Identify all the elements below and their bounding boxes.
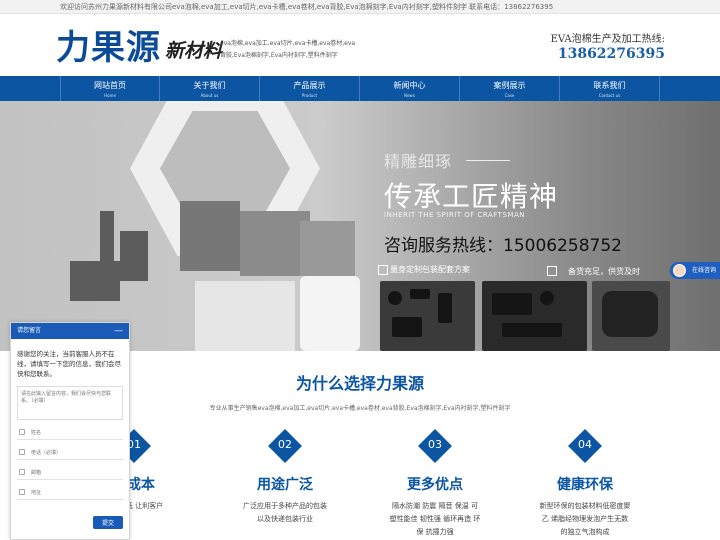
banner-foam-tray bbox=[195, 281, 295, 351]
online-consult-button[interactable]: 在线咨询 bbox=[670, 262, 720, 279]
nav-label-en: Home bbox=[104, 93, 116, 98]
email-input[interactable] bbox=[31, 466, 121, 479]
logo-subtitle: 新材料 bbox=[165, 40, 223, 62]
main-nav: 网站首页 Home 关于我们 About us 产品展示 Product 新闻中… bbox=[0, 76, 720, 101]
user-icon bbox=[19, 429, 25, 435]
banner-foam-block bbox=[300, 221, 355, 276]
banner-foam-case bbox=[592, 281, 670, 351]
feature-more-advantages: 03 更多优点 隔水防潮 防震 隔音 保温 可塑性能佳 韧性强 循环再造 环保 … bbox=[375, 429, 495, 539]
feature-desc: 新型环保的包装材料低密度聚乙 烯脂经物理发泡产生无数 的独立气泡构成 bbox=[539, 502, 631, 536]
feature-title: 健康环保 bbox=[557, 477, 613, 493]
nav-label: 关于我们 bbox=[193, 81, 226, 90]
banner-feature-custom: 量身定制包装配套方案 bbox=[390, 265, 470, 274]
minimize-icon[interactable]: — bbox=[114, 323, 123, 339]
site-header: 力果源 新材料 eva泡棉,eva加工,eva切片,eva卡槽,eva卷材,ev… bbox=[0, 14, 720, 76]
top-welcome-bar: 欢迎访问苏州力果源新材料有限公司eva泡棉,eva加工,eva切片,eva卡槽,… bbox=[0, 0, 720, 14]
nav-label-en: Product bbox=[301, 93, 318, 98]
submit-button[interactable]: 提交 bbox=[93, 516, 123, 529]
feature-number: 03 bbox=[428, 438, 442, 451]
name-field-row bbox=[17, 426, 123, 440]
banner-foam-block bbox=[70, 261, 120, 301]
online-consult-label: 在线咨询 bbox=[691, 267, 716, 274]
feature-desc: 隔水防潮 防震 隔音 保温 可塑性能佳 韧性强 循环再造 环保 抗撞力强 bbox=[389, 502, 481, 536]
hotline-label: EVA泡棉生产及加工热线: bbox=[550, 34, 665, 45]
nav-label: 案例展示 bbox=[493, 81, 526, 90]
name-input[interactable] bbox=[31, 426, 121, 439]
banner-tel-label: 咨询服务热线： bbox=[384, 236, 503, 256]
nav-label: 新闻中心 bbox=[393, 81, 426, 90]
nav-label: 联系我们 bbox=[593, 81, 626, 90]
feature-title: 用途广泛 bbox=[257, 477, 313, 493]
agent-avatar-icon bbox=[673, 264, 686, 277]
nav-item-contact[interactable]: 联系我们 Contact us bbox=[560, 76, 660, 101]
address-input[interactable] bbox=[31, 486, 121, 499]
phone-input[interactable] bbox=[31, 446, 121, 459]
feature-eco-friendly: 04 健康环保 新型环保的包装材料低密度聚乙 烯脂经物理发泡产生无数 的独立气泡… bbox=[525, 429, 645, 539]
header-keywords: eva泡棉,eva加工,eva切片,eva卡槽,eva卷材,eva背胶,Eva泡… bbox=[220, 40, 356, 59]
phone-field-row bbox=[17, 446, 123, 460]
phone-icon bbox=[19, 449, 25, 455]
nav-label-en: Case bbox=[504, 93, 515, 98]
leave-message-panel: 请您留言 — 感谢您的关注，当前客服人员不在线，请填写一下您的信息，我们会尽快和… bbox=[10, 322, 130, 540]
email-field-row bbox=[17, 466, 123, 480]
nav-label-en: Contact us bbox=[598, 93, 621, 98]
banner-en-line: INHERIT THE SPIRIT OF CRAFTSMAN bbox=[384, 211, 525, 219]
feature-title: 更多优点 bbox=[407, 477, 463, 493]
offline-notice: 感谢您的关注，当前客服人员不在线，请填写一下您的信息，我们会尽快和您联系。 bbox=[17, 350, 121, 378]
banner-tel-number: 15006258752 bbox=[503, 236, 622, 256]
banner-headline: 传承工匠精神 bbox=[384, 180, 559, 213]
nav-item-about[interactable]: 关于我们 About us bbox=[160, 76, 260, 101]
nav-item-news[interactable]: 新闻中心 News bbox=[360, 76, 460, 101]
message-textarea[interactable] bbox=[17, 386, 123, 420]
feature-desc: 广泛应用于多种产品的包装 以及快递包装行业 bbox=[243, 502, 327, 523]
banner-foam-block bbox=[120, 231, 148, 281]
feature-wide-use: 02 用途广泛 广泛应用于多种产品的包装 以及快递包装行业 bbox=[225, 429, 345, 526]
nav-item-product[interactable]: 产品展示 Product bbox=[260, 76, 360, 101]
location-icon bbox=[19, 489, 25, 495]
mail-icon bbox=[19, 469, 25, 475]
feature-number: 02 bbox=[278, 438, 292, 451]
feature-number: 04 bbox=[578, 438, 592, 451]
leave-message-header[interactable]: 请您留言 — bbox=[11, 323, 129, 339]
hero-banner[interactable]: 精雕细琢 传承工匠精神 INHERIT THE SPIRIT OF CRAFTS… bbox=[0, 101, 720, 351]
nav-label: 网站首页 bbox=[94, 81, 126, 90]
banner-tagline: 精雕细琢 bbox=[384, 152, 453, 171]
welcome-text: 欢迎访问苏州力果源新材料有限公司eva泡棉,eva加工,eva切片,eva卡槽,… bbox=[60, 3, 554, 11]
logo-text[interactable]: 力果源 bbox=[56, 20, 161, 69]
hotline-number: 13862276395 bbox=[557, 46, 665, 62]
banner-foam-block bbox=[180, 201, 240, 271]
banner-feature-stock: 备货充足，供货及时 bbox=[568, 267, 640, 276]
banner-foam-case bbox=[380, 281, 475, 351]
banner-divider bbox=[466, 160, 510, 161]
address-field-row bbox=[17, 486, 123, 500]
nav-label-en: News bbox=[404, 93, 415, 98]
banner-foam-case bbox=[482, 281, 587, 351]
nav-item-case[interactable]: 案例展示 Case bbox=[460, 76, 560, 101]
banner-foam-insert bbox=[300, 276, 360, 351]
custom-package-icon bbox=[378, 265, 388, 275]
nav-label-en: About us bbox=[200, 93, 219, 98]
nav-item-home[interactable]: 网站首页 Home bbox=[60, 76, 160, 101]
stock-chart-icon bbox=[547, 266, 557, 276]
nav-label: 产品展示 bbox=[293, 81, 326, 90]
leave-message-title: 请您留言 bbox=[17, 327, 42, 334]
banner-service-hotline: 咨询服务热线：15006258752 bbox=[384, 231, 622, 256]
